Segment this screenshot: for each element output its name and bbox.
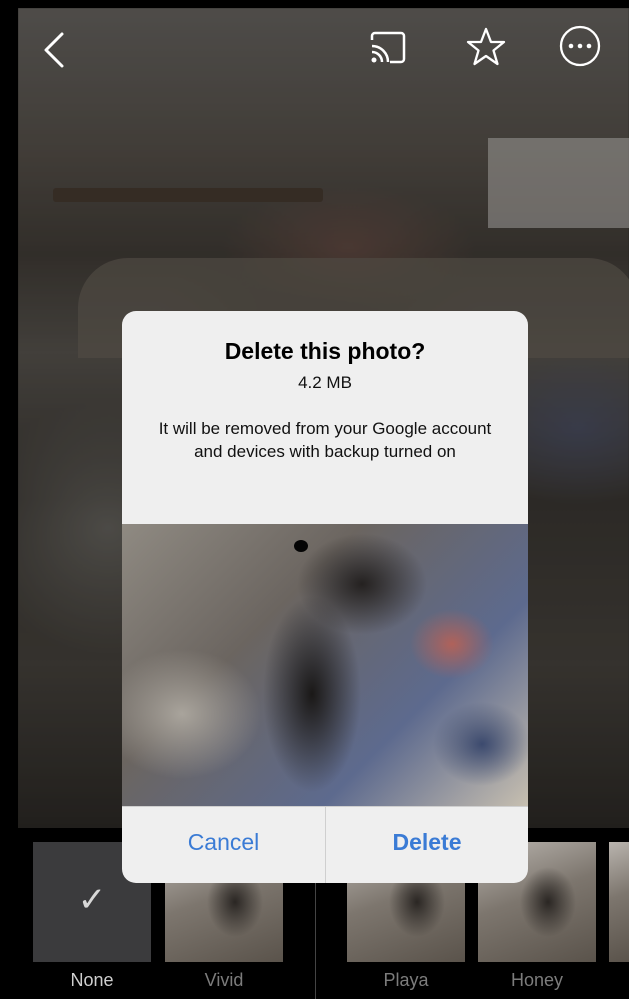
- photo-preview: [122, 524, 528, 806]
- file-size-label: 4.2 MB: [298, 373, 352, 392]
- delete-photo-dialog: Delete this photo? 4.2 MB It will be rem…: [122, 311, 528, 883]
- star-icon[interactable]: [466, 26, 506, 68]
- dialog-title: Delete this photo?: [224, 338, 426, 364]
- more-icon[interactable]: [558, 24, 602, 68]
- filter-label: None: [70, 970, 114, 990]
- filter-thumbnail: [609, 842, 629, 962]
- dialog-actions: Cancel Delete: [122, 806, 528, 883]
- chevron-left-icon[interactable]: [40, 30, 70, 70]
- filter-label: Honey: [510, 970, 564, 990]
- checkmark-icon: ✓: [77, 880, 107, 920]
- filter-label: Playa: [383, 970, 429, 990]
- dog-eye: [294, 540, 308, 552]
- cancel-button[interactable]: Cancel: [122, 807, 325, 883]
- dialog-message: It will be removed from your Google acco…: [158, 419, 492, 461]
- delete-button[interactable]: Delete: [326, 807, 528, 883]
- filter-next-partial[interactable]: [609, 842, 629, 994]
- filter-label: Vivid: [204, 970, 244, 990]
- cast-icon[interactable]: [368, 28, 408, 68]
